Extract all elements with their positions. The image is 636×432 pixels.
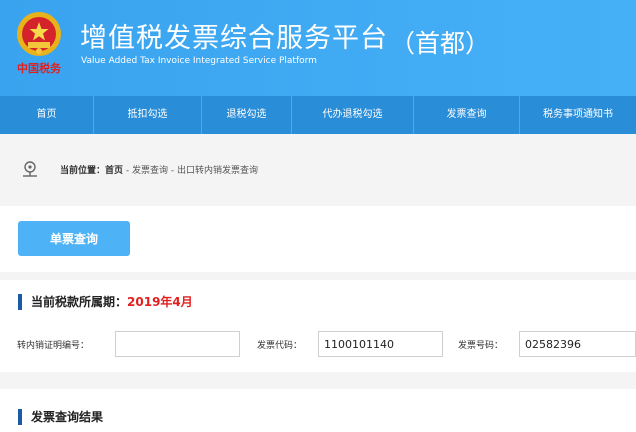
single-invoice-query-button[interactable]: 单票查询 [18,221,130,256]
nav-refund-select[interactable]: 退税勾选 [202,96,292,134]
breadcrumb-home-link[interactable]: 首页 [105,166,123,176]
invoice-number-input[interactable] [519,331,636,357]
nav-deduction-select[interactable]: 抵扣勾选 [94,96,202,134]
invoice-number-label: 发票号码： [458,341,504,351]
nav-tax-notices[interactable]: 税务事项通知书 [520,96,636,134]
site-header: 中国税务 增值税发票综合服务平台 （首都） Value Added Tax In… [0,0,636,96]
location-pin-icon [23,161,37,177]
query-form-section: 当前税款所属期：2019年4月 转内销证明编号： 发票代码： 发票号码： [0,280,636,372]
section-marker [18,294,22,310]
cert-number-label: 转内销证明编号： [17,341,90,351]
tax-emblem-icon [17,12,61,56]
breadcrumb-prefix: 当前位置： [60,166,106,176]
query-results-section: 发票查询结果 [0,389,636,432]
results-title: 发票查询结果 [31,410,104,424]
section-marker [18,409,22,425]
tax-period-label: 当前税款所属期： [31,295,128,309]
breadcrumb-bar: 当前位置：首页 - 发票查询 - 出口转内销发票查询 [0,134,636,206]
invoice-code-input[interactable] [318,331,443,357]
nav-agent-refund-select[interactable]: 代办退税勾选 [292,96,414,134]
action-bar: 单票查询 [0,206,636,272]
breadcrumb-path: - 发票查询 - 出口转内销发票查询 [123,166,258,176]
nav-invoice-query[interactable]: 发票查询 [414,96,520,134]
logo-text: 中国税务 [17,62,61,75]
tax-period-value: 2019年4月 [127,295,193,309]
breadcrumb: 当前位置：首页 - 发票查询 - 出口转内销发票查询 [60,163,258,176]
cert-number-input[interactable] [115,331,240,357]
platform-title: 增值税发票综合服务平台 [80,23,388,54]
platform-region: （首都） [390,29,491,58]
platform-subtitle: Value Added Tax Invoice Integrated Servi… [81,56,317,66]
invoice-code-label: 发票代码： [257,341,303,351]
nav-home[interactable]: 首页 [0,96,94,134]
tax-period: 当前税款所属期：2019年4月 [31,293,193,310]
main-nav: 首页 抵扣勾选 退税勾选 代办退税勾选 发票查询 税务事项通知书 [0,96,636,134]
